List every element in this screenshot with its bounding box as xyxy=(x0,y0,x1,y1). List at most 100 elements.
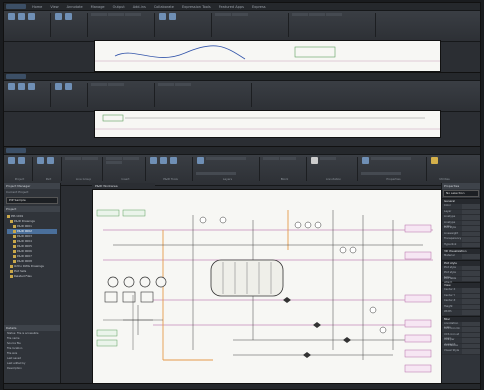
block-button[interactable] xyxy=(280,157,296,160)
ribbon-group-label: Utilities xyxy=(439,177,450,181)
detail-row: Description xyxy=(7,367,22,370)
ribbon-group-annotation: Annotation xyxy=(310,157,358,181)
file-icon xyxy=(13,249,16,253)
pid-drawing xyxy=(96,209,433,373)
block-button[interactable] xyxy=(263,157,279,160)
ribbon-group-line: Line Group xyxy=(65,157,103,181)
ribbon-group xyxy=(7,13,51,37)
ribbon-group xyxy=(54,83,88,107)
ribbon-group-label: Annotation xyxy=(325,177,342,181)
show-tag-button[interactable] xyxy=(46,157,55,171)
ribbon: Project Part Line Group Insert P&ID Tool… xyxy=(4,155,480,186)
ribbon-dropdown[interactable] xyxy=(65,157,81,160)
drawing-canvas[interactable] xyxy=(92,189,442,384)
menu-bar: Home View Annotate Manage Output Add-ins… xyxy=(4,3,480,11)
details-section: Details Status: File is accessible File … xyxy=(4,325,60,371)
ribbon-small-button[interactable] xyxy=(123,157,139,160)
menu-tab[interactable]: Featured Apps xyxy=(219,5,244,9)
ribbon-group xyxy=(158,13,212,37)
drawing-canvas[interactable] xyxy=(94,40,441,72)
ribbon-group-label: Properties xyxy=(386,177,401,181)
app-menu-button[interactable] xyxy=(6,4,26,9)
properties-panel: Properties No selection General Color La… xyxy=(441,183,480,384)
color-dropdown[interactable] xyxy=(371,157,411,160)
folder-icon xyxy=(10,269,13,273)
menu-bar xyxy=(4,147,480,155)
ribbon-group-label: Layers xyxy=(222,177,233,181)
ribbon-group xyxy=(7,83,51,107)
data-manager-button[interactable] xyxy=(17,157,26,171)
ribbon-small-button[interactable] xyxy=(106,157,122,160)
ribbon-group-pid-tools: P&ID Tools xyxy=(149,157,193,181)
text-button[interactable] xyxy=(310,157,319,171)
status-bar xyxy=(4,383,480,389)
menu-bar xyxy=(4,73,480,81)
file-icon xyxy=(13,239,16,243)
file-icon xyxy=(13,259,16,263)
menu-tab[interactable]: Output xyxy=(113,5,125,9)
ribbon-small-button[interactable] xyxy=(106,161,122,164)
ribbon-dropdown[interactable] xyxy=(82,157,98,160)
menu-tab[interactable]: Home xyxy=(32,5,42,9)
folder-icon xyxy=(7,214,10,218)
drawing-canvas[interactable] xyxy=(94,110,441,138)
ribbon xyxy=(4,81,480,112)
annotation-dropdown[interactable] xyxy=(320,157,336,160)
folder-icon xyxy=(10,274,13,278)
app-menu-button[interactable] xyxy=(6,74,26,79)
ribbon-group-label: Project xyxy=(14,177,25,181)
ribbon-group-label: Insert xyxy=(121,177,130,181)
tool-button[interactable] xyxy=(159,157,168,171)
current-project-label: Current Project xyxy=(6,190,29,194)
project-manager-button[interactable] xyxy=(7,157,16,171)
ribbon-group xyxy=(54,13,88,37)
ribbon-group-layers: Layers xyxy=(196,157,260,181)
ribbon-group-label: Block xyxy=(280,177,289,181)
menu-tab[interactable]: Add-ins xyxy=(133,5,146,9)
tree-item[interactable]: Related Files xyxy=(7,274,57,279)
menu-tab[interactable]: Annotate xyxy=(67,5,83,9)
match-properties-button[interactable] xyxy=(361,157,370,171)
measure-button[interactable] xyxy=(430,157,439,171)
file-icon xyxy=(13,254,16,258)
folder-icon xyxy=(10,264,13,268)
ribbon-group xyxy=(292,13,376,37)
prop-row[interactable]: Visual Style xyxy=(442,349,480,355)
project-tree: PIP-1001 P&ID Drawings P&ID 0001 P&ID 00… xyxy=(4,212,60,281)
project-select[interactable]: PIP Sample xyxy=(6,197,58,204)
project-manager-panel: Project Manager Current Project PIP Samp… xyxy=(4,183,61,384)
layer-dropdown[interactable] xyxy=(206,157,246,160)
ribbon-group-project: Project xyxy=(7,157,33,181)
assign-tag-button[interactable] xyxy=(36,157,45,171)
menu-tab[interactable]: Manage xyxy=(91,5,105,9)
tool-button[interactable] xyxy=(169,157,178,171)
ribbon-group-insert: Insert xyxy=(106,157,146,181)
tool-button[interactable] xyxy=(149,157,158,171)
ribbon xyxy=(4,11,480,42)
ribbon-group-label: P&ID Tools xyxy=(163,177,178,181)
ribbon-group-block: Block xyxy=(263,157,307,181)
file-icon xyxy=(13,244,16,248)
ribbon-group-label: Line Group xyxy=(75,177,92,181)
pid-drawing-preview xyxy=(95,45,440,62)
panel-title: Properties xyxy=(442,183,480,189)
details-list: Status: File is accessible File name Sou… xyxy=(4,331,60,371)
layer-properties-button[interactable] xyxy=(196,157,205,171)
ribbon-group xyxy=(91,83,155,107)
linetype-dropdown[interactable] xyxy=(361,172,401,175)
ribbon-group xyxy=(91,13,155,37)
menu-tab[interactable]: Express xyxy=(252,5,266,9)
layer-tools[interactable] xyxy=(196,172,236,175)
main-window: Project Part Line Group Insert P&ID Tool… xyxy=(3,146,481,390)
pid-drawing-preview xyxy=(95,114,440,130)
app-menu-button[interactable] xyxy=(6,148,26,153)
menu-tab[interactable]: View xyxy=(50,5,58,9)
ribbon-group xyxy=(158,83,252,107)
menu-tab[interactable]: Collaborate xyxy=(154,5,174,9)
menu-tab[interactable]: Expression Tools xyxy=(182,5,211,9)
selection-dropdown[interactable]: No selection xyxy=(443,190,479,197)
file-icon xyxy=(13,234,16,238)
ribbon-group-label: Part xyxy=(45,177,52,181)
ribbon-group-properties: Properties xyxy=(361,157,427,181)
ribbon-group-part: Part xyxy=(36,157,62,181)
